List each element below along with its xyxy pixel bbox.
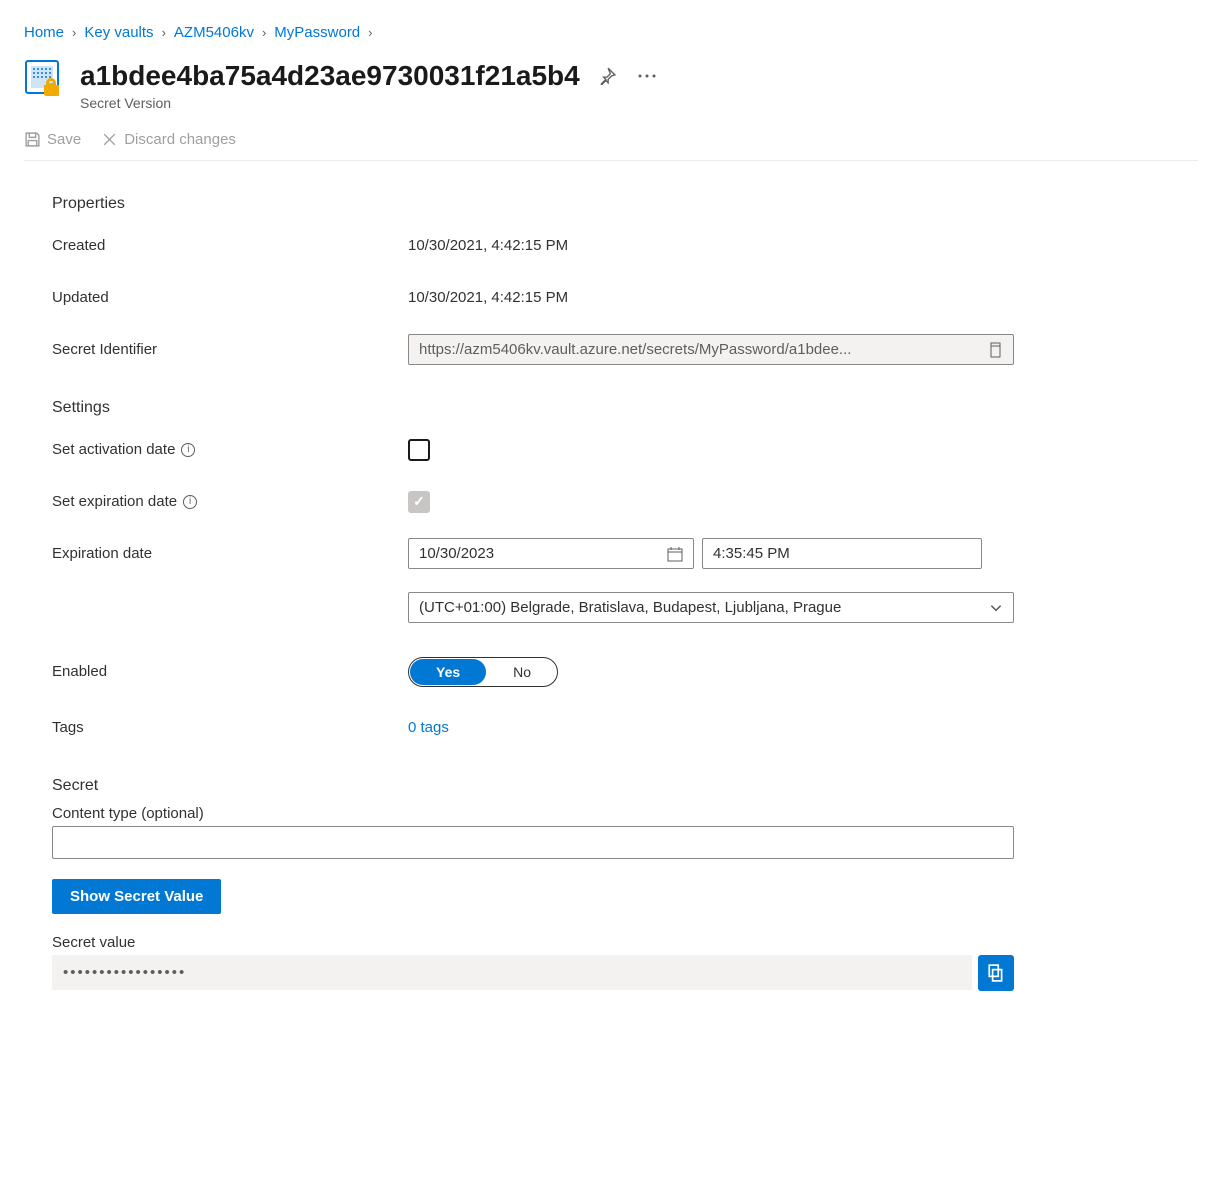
copy-icon (987, 964, 1005, 982)
chevron-right-icon: › (162, 25, 166, 40)
secret-heading: Secret (52, 777, 1014, 795)
page-subtitle: Secret Version (80, 95, 580, 111)
calendar-icon (667, 546, 683, 562)
timezone-select[interactable]: (UTC+01:00) Belgrade, Bratislava, Budape… (408, 592, 1014, 623)
tags-link[interactable]: 0 tags (408, 719, 449, 736)
settings-heading: Settings (52, 399, 1014, 417)
expiration-time-input[interactable] (702, 538, 982, 569)
save-button[interactable]: Save (24, 131, 81, 148)
page-header: a1bdee4ba75a4d23ae9730031f21a5b4 Secret … (24, 59, 1198, 111)
save-label: Save (47, 131, 81, 148)
created-value: 10/30/2021, 4:42:15 PM (408, 237, 568, 254)
more-button[interactable] (636, 72, 658, 80)
expiration-date-value: 10/30/2023 (419, 545, 494, 562)
chevron-right-icon: › (368, 25, 372, 40)
breadcrumb-secretname[interactable]: MyPassword (274, 24, 360, 41)
chevron-right-icon: › (72, 25, 76, 40)
content-type-label: Content type (optional) (52, 805, 1014, 822)
identifier-label: Secret Identifier (52, 341, 408, 358)
content-type-input[interactable] (52, 826, 1014, 859)
expiration-date-label: Expiration date (52, 545, 408, 562)
expiration-label: Set expiration date i (52, 493, 408, 510)
discard-label: Discard changes (124, 131, 236, 148)
chevron-right-icon: › (262, 25, 266, 40)
secret-value-label: Secret value (52, 934, 1014, 951)
secret-version-icon (24, 59, 64, 99)
updated-value: 10/30/2021, 4:42:15 PM (408, 289, 568, 306)
chevron-down-icon (989, 601, 1003, 615)
pin-icon (598, 67, 616, 85)
copy-icon[interactable] (987, 342, 1003, 358)
identifier-value: https://azm5406kv.vault.azure.net/secret… (419, 341, 987, 358)
enabled-no[interactable]: No (487, 658, 557, 686)
show-secret-button[interactable]: Show Secret Value (52, 879, 221, 914)
identifier-field[interactable]: https://azm5406kv.vault.azure.net/secret… (408, 334, 1014, 365)
copy-secret-button[interactable] (978, 955, 1014, 991)
breadcrumb-keyvaults[interactable]: Key vaults (84, 24, 153, 41)
close-icon (101, 131, 118, 148)
enabled-yes[interactable]: Yes (410, 659, 486, 685)
toolbar: Save Discard changes (24, 131, 1198, 161)
created-label: Created (52, 237, 408, 254)
tags-label: Tags (52, 719, 408, 736)
properties-heading: Properties (52, 195, 1014, 213)
discard-button[interactable]: Discard changes (101, 131, 236, 148)
breadcrumb-home[interactable]: Home (24, 24, 64, 41)
pin-button[interactable] (596, 65, 618, 87)
expiration-date-input[interactable]: 10/30/2023 (408, 538, 694, 569)
secret-value-field: ••••••••••••••••• (52, 955, 972, 990)
expiration-checkbox[interactable] (408, 491, 430, 513)
form-area: Properties Created 10/30/2021, 4:42:15 P… (24, 195, 1014, 991)
activation-label: Set activation date i (52, 441, 408, 458)
ellipsis-icon (638, 74, 656, 78)
breadcrumb-vaultname[interactable]: AZM5406kv (174, 24, 254, 41)
activation-checkbox[interactable] (408, 439, 430, 461)
save-icon (24, 131, 41, 148)
timezone-value: (UTC+01:00) Belgrade, Bratislava, Budape… (419, 599, 841, 616)
info-icon[interactable]: i (181, 443, 195, 457)
enabled-toggle: Yes No (408, 657, 558, 687)
updated-label: Updated (52, 289, 408, 306)
page-title: a1bdee4ba75a4d23ae9730031f21a5b4 (80, 59, 580, 93)
breadcrumb: Home › Key vaults › AZM5406kv › MyPasswo… (24, 24, 1198, 41)
info-icon[interactable]: i (183, 495, 197, 509)
enabled-label: Enabled (52, 663, 408, 680)
